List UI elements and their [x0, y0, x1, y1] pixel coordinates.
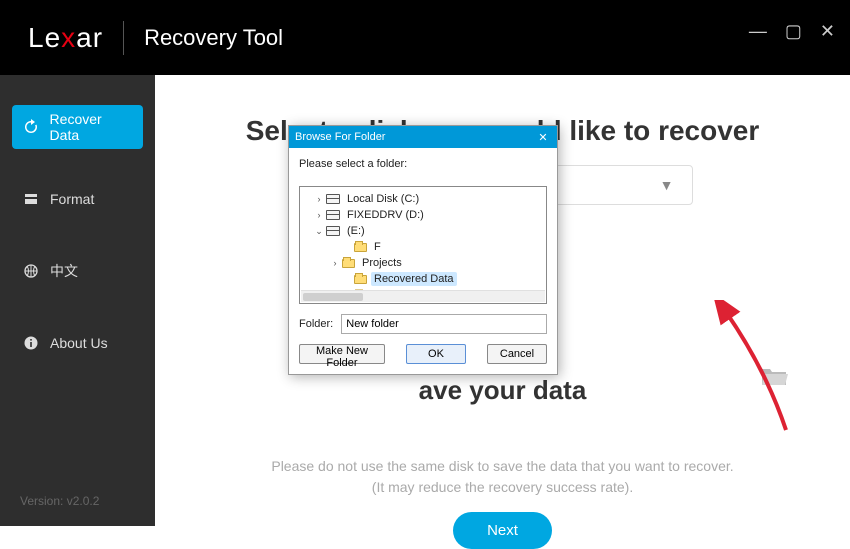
- ok-button[interactable]: OK: [406, 344, 466, 364]
- globe-icon: [22, 262, 40, 280]
- folder-name-row: Folder:: [299, 314, 547, 334]
- expand-icon[interactable]: ›: [330, 258, 340, 268]
- tree-label: (E:): [344, 224, 368, 238]
- logo-part: ar: [76, 22, 103, 53]
- app-title: Recovery Tool: [144, 25, 283, 51]
- folder-icon: [354, 275, 367, 284]
- sidebar-item-recover-data[interactable]: Recover Data: [12, 105, 143, 149]
- make-new-folder-button[interactable]: Make New Folder: [299, 344, 385, 364]
- window-controls: — ▢ ✕: [749, 22, 835, 40]
- page-heading-2: ave your data: [155, 375, 850, 406]
- tree-item-drive-c[interactable]: › Local Disk (C:): [302, 191, 544, 207]
- tree-item-folder-projects[interactable]: › Projects: [302, 255, 544, 271]
- dialog-close-icon[interactable]: ✕: [535, 131, 551, 144]
- horizontal-scrollbar[interactable]: [301, 290, 545, 302]
- chevron-down-icon: ▼: [660, 177, 674, 193]
- brand-logo: Lexar: [28, 22, 103, 54]
- dialog-titlebar[interactable]: Browse For Folder ✕: [289, 126, 557, 148]
- maximize-icon[interactable]: ▢: [785, 22, 802, 40]
- tree-label: F: [371, 240, 384, 254]
- folder-name-input[interactable]: [341, 314, 547, 334]
- tree-item-folder-recovered-data[interactable]: Recovered Data: [302, 271, 544, 287]
- tree-label: FIXEDDRV (D:): [344, 208, 427, 222]
- info-icon: [22, 334, 40, 352]
- version-label: Version: v2.0.2: [20, 494, 99, 508]
- title-bar: Lexar Recovery Tool — ▢ ✕: [0, 0, 850, 75]
- drive-icon: [326, 210, 340, 220]
- warning-note: Please do not use the same disk to save …: [155, 456, 850, 498]
- tree-label: Projects: [359, 256, 405, 270]
- sidebar-item-about[interactable]: About Us: [12, 321, 143, 365]
- next-button[interactable]: Next: [453, 512, 552, 549]
- collapse-icon[interactable]: ⌄: [314, 226, 324, 237]
- sidebar-item-label: About Us: [50, 335, 108, 351]
- browse-folder-icon[interactable]: [760, 365, 788, 387]
- tree-label: Recovered Data: [371, 272, 457, 286]
- divider: [123, 21, 124, 55]
- folder-icon: [342, 259, 355, 268]
- sidebar-item-format[interactable]: Format: [12, 177, 143, 221]
- drive-icon: [326, 226, 340, 236]
- folder-icon: [354, 243, 367, 252]
- tree-item-drive-e[interactable]: ⌄ (E:): [302, 223, 544, 239]
- format-icon: [22, 190, 40, 208]
- sidebar-item-label: 中文: [50, 261, 78, 281]
- drive-icon: [326, 194, 340, 204]
- tree-item-folder-f[interactable]: F: [302, 239, 544, 255]
- cancel-button[interactable]: Cancel: [487, 344, 547, 364]
- expand-icon[interactable]: ›: [314, 194, 324, 204]
- browse-folder-dialog: Browse For Folder ✕ Please select a fold…: [288, 125, 558, 375]
- tree-item-drive-d[interactable]: › FIXEDDRV (D:): [302, 207, 544, 223]
- note-line: Please do not use the same disk to save …: [271, 458, 733, 474]
- recover-icon: [22, 118, 40, 136]
- sidebar-item-label: Recover Data: [50, 111, 133, 143]
- close-icon[interactable]: ✕: [820, 22, 835, 40]
- sidebar: Recover Data Format 中文 About Us Version:…: [0, 75, 155, 526]
- sidebar-item-label: Format: [50, 191, 94, 207]
- dialog-prompt: Please select a folder:: [299, 158, 547, 170]
- logo-x: x: [61, 22, 76, 53]
- folder-tree[interactable]: › Local Disk (C:) › FIXEDDRV (D:) ⌄ (E:): [299, 186, 547, 304]
- dialog-body: Please select a folder: › Local Disk (C:…: [289, 148, 557, 374]
- minimize-icon[interactable]: —: [749, 22, 767, 40]
- logo-part: Le: [28, 22, 61, 53]
- note-line: (It may reduce the recovery success rate…: [372, 479, 633, 495]
- heading2-visible: ave your data: [419, 375, 587, 405]
- tree-label: Local Disk (C:): [344, 192, 422, 206]
- sidebar-item-language[interactable]: 中文: [12, 249, 143, 293]
- dialog-buttons: Make New Folder OK Cancel: [299, 344, 547, 364]
- dialog-title: Browse For Folder: [295, 131, 385, 143]
- folder-field-label: Folder:: [299, 318, 333, 330]
- expand-icon[interactable]: ›: [314, 210, 324, 220]
